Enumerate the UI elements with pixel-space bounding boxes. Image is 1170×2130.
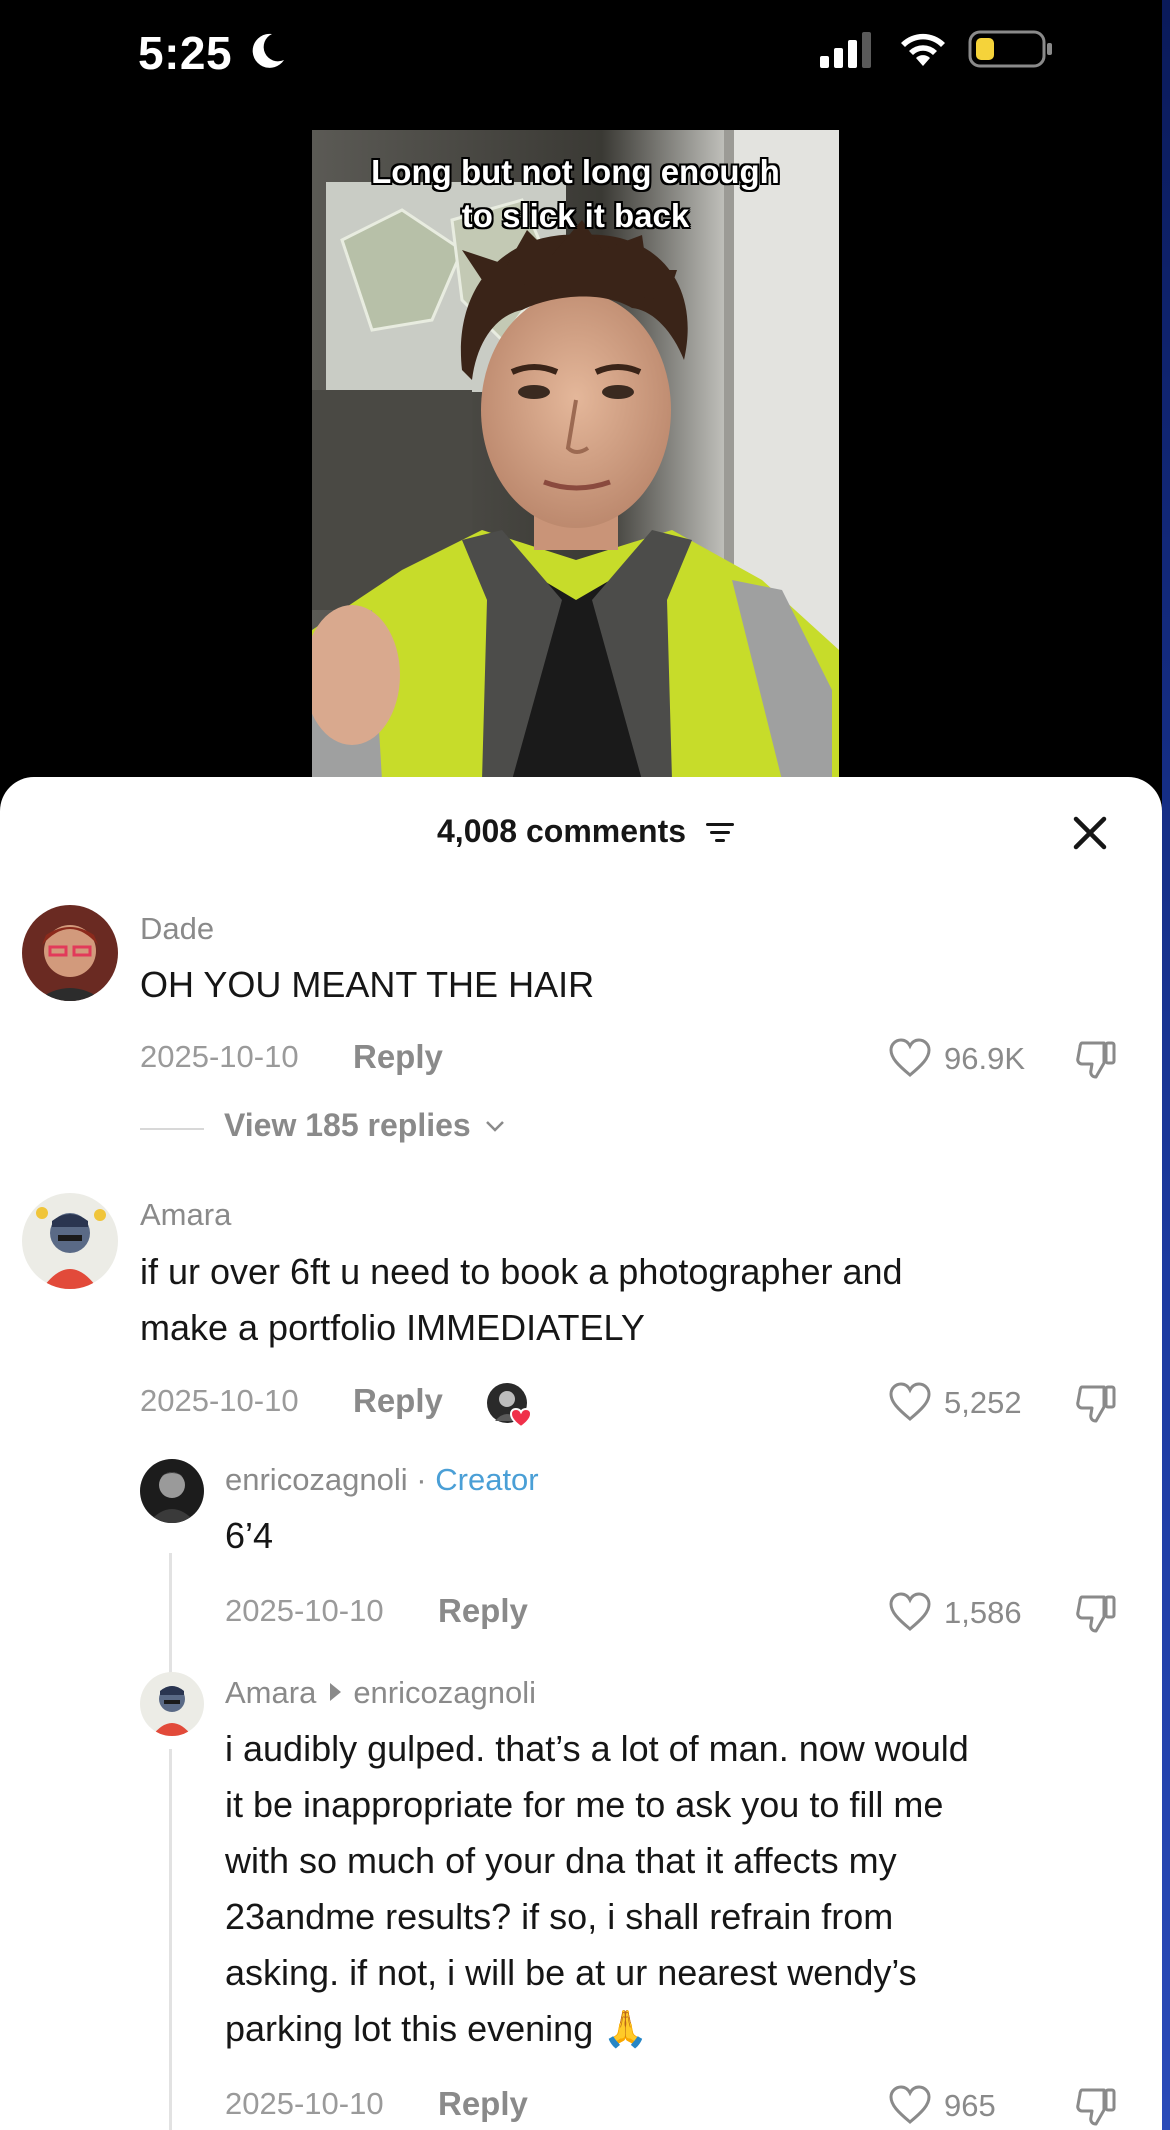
close-icon[interactable]	[1070, 813, 1110, 853]
reply-username[interactable]: enricozagnoli · Creator	[225, 1462, 539, 1498]
reply-button[interactable]: Reply	[438, 2085, 528, 2123]
reply-to-arrow-icon	[330, 1683, 342, 1701]
dislike-icon[interactable]	[1074, 1381, 1118, 1425]
video-caption: Long but not long enough to slick it bac…	[312, 150, 839, 238]
reply-username-text[interactable]: Amara	[225, 1675, 316, 1710]
avatar[interactable]	[22, 1193, 118, 1289]
reply-button[interactable]: Reply	[438, 1592, 528, 1630]
comment-username[interactable]: Dade	[140, 911, 214, 947]
like-count: 965	[944, 2088, 996, 2123]
comment-username[interactable]: Amara	[140, 1197, 231, 1233]
reply-text-line: parking lot this evening 🙏	[225, 2008, 649, 2049]
thread-line	[169, 1749, 172, 2130]
comment-text-line: make a portfolio IMMEDIATELY	[140, 1307, 645, 1348]
reply-text-line: it be inappropriate for me to ask you to…	[225, 1784, 944, 1825]
like-count: 1,586	[944, 1595, 1022, 1630]
comments-count: 4,008 comments	[437, 813, 687, 849]
comments-header: 4,008 comments	[0, 803, 1162, 863]
comments-sheet: 4,008 comments Dade OH YOU MEANT THE HAI…	[0, 777, 1162, 2130]
thread-line	[169, 1553, 172, 1673]
heart-icon[interactable]	[888, 1037, 932, 1079]
moon-icon	[252, 33, 284, 68]
like-count: 96.9K	[944, 1041, 1026, 1076]
view-replies-button[interactable]: View 185 replies	[224, 1107, 506, 1144]
reply-date: 2025-10-10	[225, 1593, 384, 1628]
heart-icon[interactable]	[888, 2084, 932, 2126]
creator-liked-icon	[487, 1383, 533, 1429]
reply-text: 6’4	[225, 1515, 274, 1556]
reply-username[interactable]: Amara enricozagnoli	[225, 1675, 536, 1711]
reply-button[interactable]: Reply	[353, 1382, 443, 1420]
comment-text: if ur over 6ft u need to book a photogra…	[140, 1244, 903, 1356]
comment-date: 2025-10-10	[140, 1383, 299, 1418]
comment-date: 2025-10-10	[140, 1039, 299, 1074]
reply-text-line: 23andme results? if so, i shall refrain …	[225, 1896, 894, 1937]
avatar[interactable]	[140, 1459, 204, 1523]
video-player[interactable]: Long but not long enough to slick it bac…	[312, 130, 839, 780]
like-count: 5,252	[944, 1385, 1022, 1420]
separator: ·	[416, 1462, 427, 1497]
dislike-icon[interactable]	[1074, 2084, 1118, 2128]
cellular-signal-icon	[820, 32, 871, 68]
chevron-down-icon[interactable]	[484, 1119, 506, 1133]
reply-text-line: with so much of your dna that it affects…	[225, 1840, 897, 1881]
view-replies-divider	[140, 1128, 204, 1130]
reply-date: 2025-10-10	[225, 2086, 384, 2121]
status-bar: 5:25	[0, 0, 1170, 110]
creator-badge: Creator	[435, 1462, 539, 1497]
caption-line-2: to slick it back	[461, 197, 690, 234]
reply-button[interactable]: Reply	[353, 1038, 443, 1076]
background-edge	[1162, 0, 1170, 2130]
avatar[interactable]	[140, 1672, 204, 1736]
reply-text-line: i audibly gulped. that’s a lot of man. n…	[225, 1728, 969, 1769]
reply-text-line: asking. if not, i will be at ur nearest …	[225, 1952, 917, 1993]
avatar[interactable]	[22, 905, 118, 1001]
comment-text-line: if ur over 6ft u need to book a photogra…	[140, 1251, 903, 1292]
battery-icon	[968, 30, 1052, 68]
reply-to-username[interactable]: enricozagnoli	[353, 1675, 536, 1710]
heart-icon[interactable]	[888, 1381, 932, 1423]
view-replies-label[interactable]: View 185 replies	[224, 1107, 471, 1143]
dislike-icon[interactable]	[1074, 1591, 1118, 1635]
caption-line-1: Long but not long enough	[371, 153, 780, 190]
sort-filter-icon[interactable]	[706, 821, 734, 845]
heart-icon[interactable]	[888, 1591, 932, 1633]
reply-text: i audibly gulped. that’s a lot of man. n…	[225, 1721, 969, 2057]
reply-username-text[interactable]: enricozagnoli	[225, 1462, 408, 1497]
comment-text: OH YOU MEANT THE HAIR	[140, 964, 595, 1005]
dislike-icon[interactable]	[1074, 1037, 1118, 1081]
status-time: 5:25	[138, 27, 233, 79]
wifi-icon	[901, 33, 945, 66]
